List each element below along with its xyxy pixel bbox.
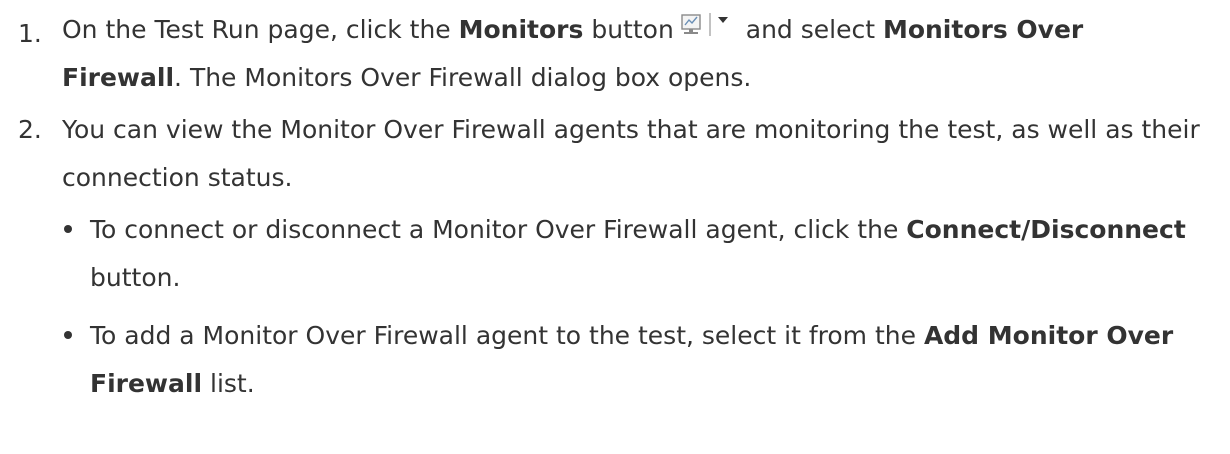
step-number: 1. bbox=[18, 19, 42, 48]
bullet-dot bbox=[64, 225, 72, 233]
bullet-list: To connect or disconnect a Monitor Over … bbox=[62, 206, 1210, 408]
monitors-label: Monitors bbox=[458, 15, 584, 44]
bullet-item: To add a Monitor Over Firewall agent to … bbox=[62, 312, 1210, 408]
step-item: 1. On the Test Run page, click the Monit… bbox=[0, 6, 1230, 102]
steps-list: 1. On the Test Run page, click the Monit… bbox=[0, 6, 1230, 408]
bullet-dot bbox=[64, 331, 72, 339]
step-text: On the Test Run page, click the Monitors… bbox=[62, 12, 1083, 92]
bullet-item: To connect or disconnect a Monitor Over … bbox=[62, 206, 1210, 302]
step-item: 2. You can view the Monitor Over Firewal… bbox=[0, 106, 1230, 408]
step-text: You can view the Monitor Over Firewall a… bbox=[62, 115, 1200, 192]
monitor-dropdown-icon bbox=[680, 12, 732, 42]
step-number: 2. bbox=[18, 115, 42, 144]
connect-disconnect-label: Connect/Disconnect bbox=[906, 215, 1186, 244]
document-body: 1. On the Test Run page, click the Monit… bbox=[0, 0, 1230, 408]
